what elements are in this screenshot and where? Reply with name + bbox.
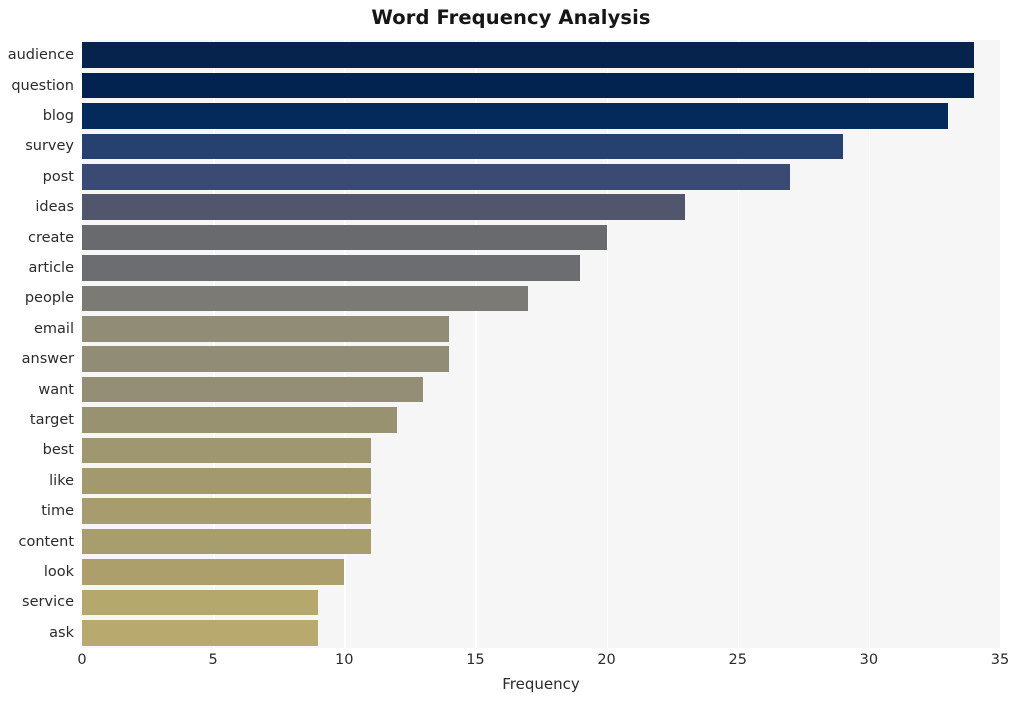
bar-row: [82, 316, 1000, 342]
x-tick-label-25: 25: [728, 652, 747, 668]
bar-row: [82, 468, 1000, 494]
y-tick-label-ideas: ideas: [35, 199, 74, 216]
bar-create: [82, 224, 607, 251]
bar-like: [82, 468, 371, 494]
bar-time: [82, 498, 371, 524]
bar-want: [82, 376, 423, 403]
y-tick-label-ask: ask: [49, 624, 74, 641]
y-tick-label-want: want: [38, 381, 74, 398]
x-tick-label-10: 10: [335, 652, 354, 668]
bar-row: [82, 164, 1000, 190]
bar-row: [82, 285, 1000, 312]
bar-blog: [82, 103, 948, 129]
x-tick-label-0: 0: [77, 652, 87, 668]
bar-ask: [82, 620, 319, 646]
bar-row: [82, 346, 1000, 372]
bar-question: [82, 72, 974, 99]
y-tick-label-post: post: [42, 168, 74, 185]
bar-email: [82, 316, 450, 342]
bar-content: [82, 528, 371, 555]
x-tick-label-15: 15: [466, 652, 485, 668]
y-tick-label-content: content: [18, 533, 74, 550]
bar-row: [82, 528, 1000, 555]
bar-audience: [82, 42, 974, 68]
x-tick-label-35: 35: [990, 652, 1010, 668]
bar-row: [82, 498, 1000, 524]
bar-row: [82, 376, 1000, 403]
bar-row: [82, 103, 1000, 129]
bar-row: [82, 194, 1000, 220]
bar-best: [82, 437, 371, 464]
bar-target: [82, 407, 397, 433]
bar-row: [82, 224, 1000, 251]
y-tick-label-survey: survey: [25, 138, 74, 155]
x-tick-label-30: 30: [859, 652, 879, 668]
y-tick-label-time: time: [41, 503, 74, 520]
y-tick-label-target: target: [29, 412, 74, 428]
bar-row: [82, 589, 1000, 616]
bar-article: [82, 255, 581, 281]
y-tick-label-blog: blog: [42, 108, 74, 124]
plot-area: [82, 40, 1002, 648]
y-tick-label-audience: audience: [7, 47, 74, 64]
chart-figure: Word Frequency Analysis audience question…: [0, 0, 1022, 701]
bar-row: [82, 437, 1000, 464]
bar-survey: [82, 133, 843, 160]
x-tick-label-20: 20: [597, 652, 616, 668]
y-axis-tick-labels: audience question blog survey post ideas creat…: [0, 40, 74, 648]
bar-look: [82, 559, 345, 585]
x-axis-title: Frequency: [502, 675, 580, 693]
bar-post: [82, 164, 791, 190]
x-axis-tick-labels: 0 5 10 15 20 25 30 35: [0, 652, 1022, 676]
y-tick-label-service: service: [22, 594, 74, 611]
gridline-x-35: [1000, 40, 1002, 648]
bar-ideas: [82, 194, 686, 220]
y-tick-label-email: email: [34, 320, 74, 337]
y-tick-label-people: people: [24, 290, 74, 307]
bar-answer: [82, 346, 450, 372]
y-tick-label-answer: answer: [21, 351, 74, 368]
x-tick-label-5: 5: [208, 652, 218, 668]
bar-row: [82, 620, 1000, 646]
bar-people: [82, 285, 528, 312]
bar-row: [82, 42, 1000, 68]
y-tick-label-create: create: [27, 229, 74, 246]
bar-row: [82, 133, 1000, 160]
bar-row: [82, 72, 1000, 99]
bars-layer: [82, 40, 1000, 648]
chart-title: Word Frequency Analysis: [371, 6, 651, 29]
bar-service: [82, 589, 319, 616]
y-tick-label-best: best: [42, 442, 74, 459]
y-tick-label-question: question: [11, 77, 74, 94]
bar-row: [82, 559, 1000, 585]
bar-row: [82, 407, 1000, 433]
y-tick-label-like: like: [49, 472, 74, 489]
bar-row: [82, 255, 1000, 281]
y-tick-label-article: article: [28, 260, 74, 276]
y-tick-label-look: look: [43, 564, 74, 580]
